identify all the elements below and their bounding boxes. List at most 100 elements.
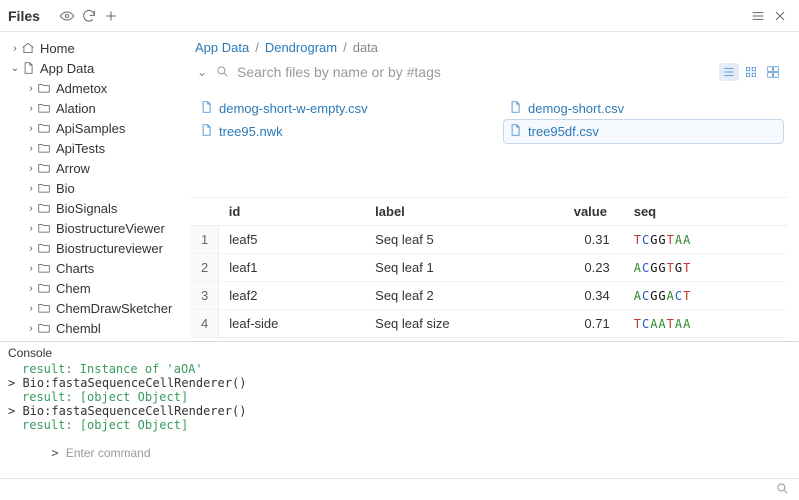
tree-label: Chem (56, 281, 91, 296)
search-row: ⌄ (191, 59, 787, 85)
folder-icon (36, 321, 52, 335)
cell-id: leaf2 (219, 282, 365, 310)
col-label[interactable]: label (365, 198, 564, 226)
add-icon[interactable] (100, 8, 122, 24)
cell-seq: ACGGACT (624, 282, 787, 310)
table-row[interactable]: 3leaf2Seq leaf 20.34ACGGACT (191, 282, 787, 310)
breadcrumb-current: data (353, 40, 378, 55)
tree-label: BioSignals (56, 201, 117, 216)
chevron-right-icon: › (26, 83, 36, 94)
tree-app-data[interactable]: ⌄ App Data (4, 58, 181, 78)
tree-label: Charts (56, 261, 94, 276)
tree-item[interactable]: ›Arrow (4, 158, 181, 178)
menu-icon[interactable] (747, 8, 769, 24)
tree-item[interactable]: › Admetox (4, 78, 181, 98)
folder-icon (36, 281, 52, 295)
table-row[interactable]: 2leaf1Seq leaf 10.23ACGGTGT (191, 254, 787, 282)
tree-item[interactable]: › ChemDrawSketcher (4, 298, 181, 318)
chevron-right-icon: › (26, 303, 36, 314)
folder-icon (36, 121, 52, 135)
table-row[interactable]: 4leaf-sideSeq leaf size0.71TCAATAA (191, 310, 787, 338)
tree-home[interactable]: › Home (4, 38, 181, 58)
cell-seq: ACGGTGT (624, 254, 787, 282)
tree-item[interactable]: ›BiostructureViewer (4, 218, 181, 238)
tree-item[interactable]: ›ApiSamples (4, 118, 181, 138)
tree-label: BiostructureViewer (56, 221, 165, 236)
eye-icon[interactable] (56, 8, 78, 24)
folder-icon (36, 241, 52, 255)
tree-item[interactable]: ›Alation (4, 98, 181, 118)
cell-id: leaf1 (219, 254, 365, 282)
chevron-right-icon: › (26, 243, 36, 254)
cell-value: 0.23 (564, 254, 624, 282)
file-item[interactable]: tree95df.csv (504, 120, 783, 143)
cell-seq: TCAATAA (624, 310, 787, 338)
tree-item[interactable]: › Charts (4, 258, 181, 278)
breadcrumb-sep: / (255, 40, 259, 55)
tree-label: ApiSamples (56, 121, 125, 136)
file-item[interactable]: demog-short.csv (504, 97, 783, 120)
tree-item[interactable]: › Biostructureviewer (4, 238, 181, 258)
chevron-right-icon: › (26, 203, 36, 214)
app-title: Files (8, 8, 40, 24)
file-icon (199, 123, 213, 140)
col-id[interactable]: id (219, 198, 365, 226)
file-item[interactable]: tree95.nwk (195, 120, 474, 143)
folder-icon (36, 181, 52, 195)
breadcrumb-seg[interactable]: App Data (195, 40, 249, 55)
cell-label: Seq leaf 5 (365, 226, 564, 254)
chevron-right-icon: › (26, 263, 36, 274)
chevron-right-icon: › (26, 283, 36, 294)
tree-item[interactable]: › BioSignals (4, 198, 181, 218)
file-icon (20, 61, 36, 75)
file-item[interactable]: demog-short-w-empty.csv (195, 97, 474, 120)
chevron-right-icon: › (26, 143, 36, 154)
tree-label: ApiTests (56, 141, 105, 156)
chevron-right-icon: › (10, 43, 20, 54)
folder-icon (36, 141, 52, 155)
refresh-icon[interactable] (78, 8, 100, 24)
sidebar: › Home ⌄ App Data ›Admetox›Alation›ApiSa… (0, 32, 185, 341)
tree-label: ChemDrawSketcher (56, 301, 172, 316)
tree-label: Biostructureviewer (56, 241, 163, 256)
data-preview: id label value seq 1leaf5Seq leaf 50.31T… (191, 197, 787, 338)
tree-item[interactable]: ›Chembl (4, 318, 181, 338)
search-icon (215, 64, 229, 81)
row-number: 4 (191, 310, 219, 338)
chevron-right-icon: › (26, 183, 36, 194)
console-prompt: > (51, 446, 65, 460)
cell-id: leaf-side (219, 310, 365, 338)
folder-icon (36, 161, 52, 175)
search-icon[interactable] (775, 481, 789, 498)
tree-item[interactable]: › Bio (4, 178, 181, 198)
col-value[interactable]: value (564, 198, 624, 226)
cell-id: leaf5 (219, 226, 365, 254)
tree-label: Admetox (56, 81, 107, 96)
console-input[interactable]: Enter command (66, 446, 151, 460)
console: Console result: Instance of 'aOA'> Bio:f… (0, 341, 799, 478)
search-input[interactable] (235, 63, 713, 81)
tree-label: Alation (56, 101, 96, 116)
view-grid-small-icon[interactable] (741, 63, 761, 81)
chevron-down-icon[interactable]: ⌄ (195, 65, 209, 79)
breadcrumb-seg[interactable]: Dendrogram (265, 40, 337, 55)
tree-item[interactable]: › Chem (4, 278, 181, 298)
tree-item[interactable]: › ApiTests (4, 138, 181, 158)
folder-icon (36, 201, 52, 215)
close-icon[interactable] (769, 8, 791, 24)
view-toggles (719, 63, 783, 81)
table-row[interactable]: 1leaf5Seq leaf 50.31TCGGTAA (191, 226, 787, 254)
files-grid: demog-short-w-empty.csvdemog-short.csvtr… (191, 89, 787, 151)
folder-icon (36, 261, 52, 275)
console-result: result: Instance of 'aOA' (8, 362, 791, 376)
view-grid-large-icon[interactable] (763, 63, 783, 81)
tree-label: Bio (56, 181, 75, 196)
cell-label: Seq leaf size (365, 310, 564, 338)
footer (0, 478, 799, 500)
col-seq[interactable]: seq (624, 198, 787, 226)
cell-value: 0.31 (564, 226, 624, 254)
breadcrumb-sep: / (343, 40, 347, 55)
cell-label: Seq leaf 1 (365, 254, 564, 282)
console-call: > Bio:fastaSequenceCellRenderer() (8, 376, 791, 390)
view-list-icon[interactable] (719, 63, 739, 81)
